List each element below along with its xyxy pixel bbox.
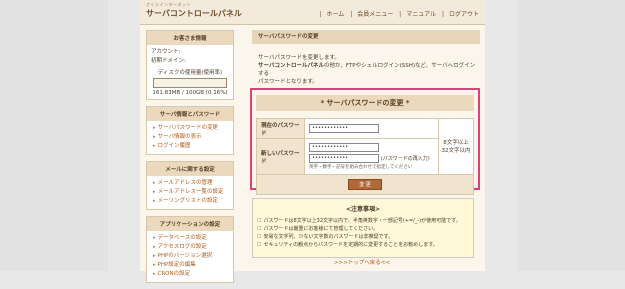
- form-title: * サーバパスワードの変更 *: [256, 95, 474, 111]
- menu-server-info[interactable]: サーバ情報の表示: [151, 133, 229, 142]
- password-rule: 8文字以上 32文字以内: [438, 118, 474, 175]
- current-password-label: 現在のパスワード: [256, 118, 305, 139]
- notice-title: <注意事項>: [345, 206, 381, 213]
- new-password-input[interactable]: ••••••••••••: [309, 143, 379, 152]
- nav-member-menu[interactable]: 会員メニュー: [357, 11, 393, 18]
- main-content: サーバパスワードの変更 サーバパスワードを変更します。 サーバコントロールパネル…: [250, 30, 480, 266]
- notice-item: セキュリティの観点からパスワードを定期的に変更することをお勧めします。: [257, 241, 469, 249]
- current-password-input[interactable]: ••••••••••••: [309, 124, 379, 133]
- form-table: 現在のパスワード •••••••••••• 8文字以上 32文字以内 新しいパス…: [256, 118, 474, 195]
- top-navigation: | ホーム | 会員メニュー | マニュアル | ログアウト: [319, 11, 479, 18]
- page-description: サーバパスワードを変更します。 サーバコントロールパネルの他か、FTPやシェルロ…: [252, 54, 480, 86]
- app-section-title: アプリケーションの設定: [147, 217, 233, 231]
- password-change-form: * サーバパスワードの変更 * 現在のパスワード •••••••••••• 8文…: [250, 88, 480, 195]
- notice-box: <注意事項> パスワードは8文字以上32文字以内で、半角英数字・一部記号(+=/…: [252, 198, 474, 258]
- desc-bold: サーバコントロールパネル: [258, 63, 324, 69]
- nav-home[interactable]: ホーム: [326, 11, 344, 18]
- nav-logout[interactable]: ログアウト: [449, 11, 479, 18]
- background-right: [517, 0, 625, 271]
- disk-usage-value: 161.83MB / 100GB (0.16%): [152, 90, 228, 96]
- confirm-password-input[interactable]: ••••••••••••: [309, 154, 379, 163]
- desc-line-1: サーバパスワードを変更します。: [258, 55, 340, 61]
- app-section: アプリケーションの設定 データベースの設定 アクセスログの設定 PHPのバージョ…: [146, 216, 234, 283]
- menu-login-history[interactable]: ログイン履歴: [151, 142, 229, 151]
- disk-usage-label: ディスクの使用量(使用率): [157, 70, 223, 76]
- menu-mail-list-settings[interactable]: メールアドレス一覧の設定: [151, 188, 229, 197]
- header: さくらインターネット サーバコントロールパネル | ホーム | 会員メニュー | マニ…: [140, 0, 485, 25]
- menu-change-password[interactable]: サーバパスワードの変更: [151, 124, 229, 133]
- sidebar: お客さま情報 アカウント: 初期ドメイン: ディスクの使用量(使用率) 161.…: [146, 30, 234, 289]
- mail-section-title: メールに関する設定: [147, 162, 233, 176]
- background-left: [0, 0, 108, 271]
- notice-item: 安易な文字列、少ない文字数のパスワードは非推奨です。: [257, 233, 469, 241]
- menu-php-version[interactable]: PHPのバージョン選択: [151, 252, 229, 261]
- password-hint: 英字・数字・記号を組み合わせて指定してください: [309, 165, 413, 170]
- menu-mail-address[interactable]: メールアドレスの管理: [151, 179, 229, 188]
- menu-cron[interactable]: CRONの設定: [151, 270, 229, 279]
- new-password-label: 新しいパスワード: [256, 138, 305, 175]
- domain-label: 初期ドメイン:: [151, 58, 186, 64]
- mail-section: メールに関する設定 メールアドレスの管理 メールアドレス一覧の設定 メーリングリ…: [146, 161, 234, 210]
- menu-mailing-list[interactable]: メーリングリストの設定: [151, 197, 229, 206]
- account-label: アカウント:: [151, 49, 181, 55]
- customer-info-title: お客さま情報: [147, 31, 233, 45]
- submit-button[interactable]: 変 更: [348, 179, 382, 190]
- menu-access-log[interactable]: アクセスログの設定: [151, 243, 229, 252]
- desc-line-3: パスワードとなります。: [258, 79, 318, 85]
- server-section: サーバ情報とパスワード サーバパスワードの変更 サーバ情報の表示 ログイン履歴: [146, 106, 234, 155]
- control-panel-page: さくらインターネット サーバコントロールパネル | ホーム | 会員メニュー | マニ…: [140, 0, 485, 283]
- disk-usage-bar: [153, 78, 227, 88]
- logo-title: サーバコントロールパネル: [146, 9, 242, 18]
- menu-database[interactable]: データベースの設定: [151, 234, 229, 243]
- menu-php-settings[interactable]: PHP設定の編集: [151, 261, 229, 270]
- server-section-title: サーバ情報とパスワード: [147, 107, 233, 121]
- nav-manual[interactable]: マニュアル: [406, 11, 436, 18]
- customer-info-box: お客さま情報 アカウント: 初期ドメイン: ディスクの使用量(使用率) 161.…: [146, 30, 234, 100]
- back-to-top-link[interactable]: >>>トップへ戻る<<: [252, 258, 472, 266]
- page-title: サーバパスワードの変更: [252, 30, 480, 44]
- notice-item: パスワードは厳重にお客様にて管理してください。: [257, 225, 469, 233]
- confirm-note: (パスワードの再入力): [380, 156, 430, 162]
- notice-item: パスワードは8文字以上32文字以内で、半角英数字・一部記号(+=/_-)が使用可…: [257, 217, 469, 225]
